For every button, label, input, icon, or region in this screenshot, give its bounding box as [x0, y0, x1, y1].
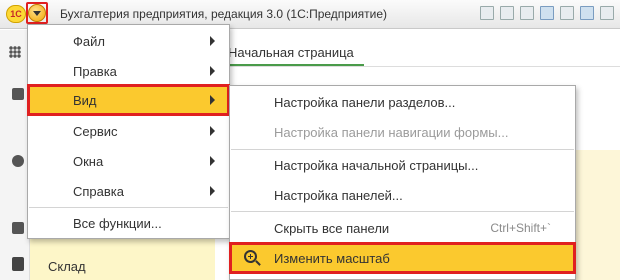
submenu-separator: [231, 211, 574, 212]
submenu-item-label: Настройка начальной страницы...: [274, 158, 479, 173]
menu-item-help[interactable]: Справка: [28, 176, 229, 206]
app-logo: 1С: [6, 5, 26, 23]
section-circle-icon[interactable]: [12, 155, 24, 167]
section-warehouse[interactable]: Склад: [48, 259, 86, 274]
section-tool-icon[interactable]: [12, 222, 24, 234]
section-menu-icon[interactable]: [12, 88, 24, 100]
chevron-right-icon: [210, 66, 215, 76]
menu-item-service[interactable]: Сервис: [28, 116, 229, 146]
submenu-item-home-page-settings[interactable]: Настройка начальной страницы...: [230, 150, 575, 180]
chevron-right-icon: [210, 36, 215, 46]
menu-item-label: Сервис: [73, 124, 118, 139]
submenu-item-panels-settings[interactable]: Настройка панелей...: [230, 180, 575, 210]
menu-item-label: Вид: [73, 93, 97, 108]
chevron-right-icon: [210, 126, 215, 136]
window-title: Бухгалтерия предприятия, редакция 3.0 (1…: [60, 7, 388, 21]
calculator-icon[interactable]: [600, 6, 614, 20]
shortcut-hint: Ctrl+Shift+`: [490, 221, 551, 235]
submenu-item-form-navigation-settings: Настройка панели навигации формы...: [230, 117, 575, 147]
tab-home[interactable]: Начальная страница: [222, 38, 364, 66]
submenu-item-sections-panel-settings[interactable]: Настройка панели разделов...: [230, 87, 575, 117]
save-icon[interactable]: [480, 6, 494, 20]
menu-item-file[interactable]: Файл: [28, 26, 229, 56]
main-menu-button[interactable]: [28, 4, 46, 22]
submenu-item-hide-all-panels[interactable]: Скрыть все панели Ctrl+Shift+`: [230, 213, 575, 243]
favorites-icon[interactable]: [540, 6, 554, 20]
warehouse-icon: [12, 257, 24, 271]
preview-icon[interactable]: [520, 6, 534, 20]
menu-item-label: Окна: [73, 154, 104, 169]
submenu-item-change-scale[interactable]: Изменить масштаб: [229, 242, 576, 274]
chevron-down-icon: [33, 11, 41, 16]
submenu-item-label: Скрыть все панели: [274, 221, 390, 236]
chevron-right-icon: [210, 186, 215, 196]
menu-item-label: Файл: [73, 34, 105, 49]
menu-item-label: Справка: [73, 184, 124, 199]
print-icon[interactable]: [500, 6, 514, 20]
view-submenu: Настройка панели разделов... Настройка п…: [229, 85, 576, 280]
zoom-in-icon: [244, 250, 257, 263]
menu-item-windows[interactable]: Окна: [28, 146, 229, 176]
menu-item-label: Все функции...: [73, 216, 162, 231]
menu-item-label: Правка: [73, 64, 117, 79]
tab-home-label: Начальная страница: [228, 45, 354, 60]
chevron-right-icon: [210, 95, 215, 105]
submenu-item-label: Изменить масштаб: [274, 251, 390, 266]
main-menu: Файл Правка Вид Сервис Окна Справка Все …: [27, 24, 230, 239]
menu-item-all-functions[interactable]: Все функции...: [28, 208, 229, 238]
tab-divider: [218, 66, 620, 67]
submenu-item-label: Настройка панелей...: [274, 188, 403, 203]
submenu-item-label: Настройка панели навигации формы...: [274, 125, 509, 140]
menu-item-view[interactable]: Вид: [27, 84, 230, 116]
menu-item-edit[interactable]: Правка: [28, 56, 229, 86]
submenu-item-label: Настройка панели разделов...: [274, 95, 456, 110]
history-icon[interactable]: [560, 6, 574, 20]
apps-grid-icon[interactable]: [9, 46, 21, 58]
chevron-right-icon: [210, 156, 215, 166]
links-icon[interactable]: [580, 6, 594, 20]
titlebar-toolbar: [480, 6, 614, 20]
